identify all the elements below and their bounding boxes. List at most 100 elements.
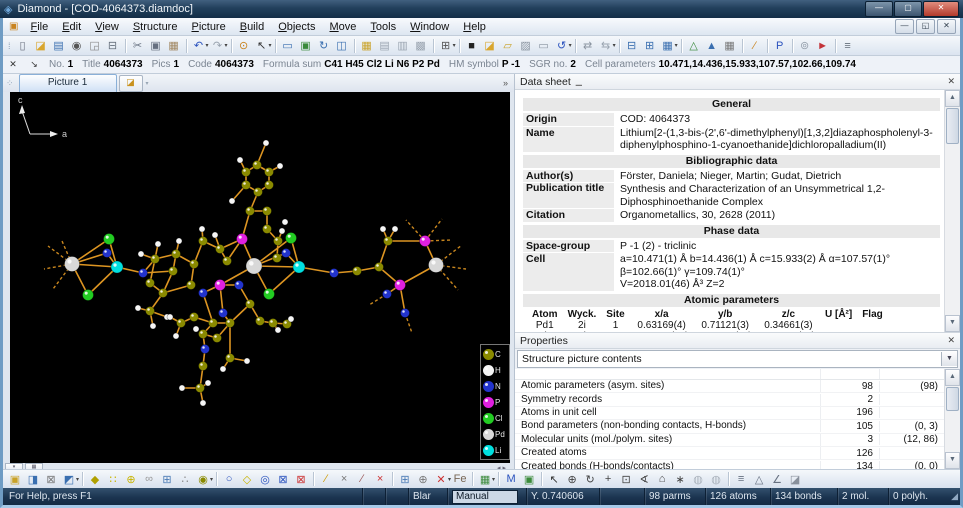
table-gray1-icon[interactable]: ▤ [376, 38, 394, 54]
record-pointer-icon[interactable]: ↘ [28, 59, 40, 70]
menu-move[interactable]: Move [323, 20, 364, 34]
reflex-icon[interactable]: ⊚ [796, 38, 814, 54]
menu-objects[interactable]: Objects [271, 20, 322, 34]
menu-tools[interactable]: Tools [363, 20, 403, 34]
datasheet-scrollbar[interactable]: ▲ ▼ [944, 90, 960, 332]
menu-help[interactable]: Help [456, 20, 493, 34]
molecule-m-icon[interactable]: M [502, 471, 520, 487]
restore-button[interactable]: ▢ [894, 1, 922, 17]
atom-group-icon[interactable]: ∷ [104, 471, 122, 487]
menu-window[interactable]: Window [403, 20, 456, 34]
copy-icon[interactable]: ▣ [147, 38, 165, 54]
menu-picture[interactable]: Picture [184, 20, 232, 34]
new-picture-dropdown-icon[interactable]: ▾ [146, 80, 149, 87]
scroll-thumb[interactable] [946, 387, 959, 411]
dropdown-arrow-icon[interactable]: ▾ [225, 42, 228, 49]
datasheet-close-icon[interactable]: ✕ [947, 76, 955, 87]
diagram-table-icon[interactable]: ▦ [721, 38, 739, 54]
table-gray2-icon[interactable]: ▥ [394, 38, 412, 54]
measure-distance-icon[interactable]: ≡ [732, 471, 750, 487]
build-picture-icon[interactable]: ▣ [6, 471, 24, 487]
fly-disabled-icon[interactable]: ◍ [707, 471, 725, 487]
mdi-minimize-button[interactable]: — [895, 19, 914, 34]
menu-structure[interactable]: Structure [126, 20, 185, 34]
move-mode-icon[interactable]: ⊕ [563, 471, 581, 487]
record-close-icon[interactable]: ✕ [7, 59, 19, 70]
resize-grip[interactable]: ◢ [945, 491, 960, 502]
table-gray3-icon[interactable]: ▩ [412, 38, 430, 54]
insert-picture-icon[interactable]: ◨ [24, 471, 42, 487]
plane-icon[interactable]: ⊕ [414, 471, 432, 487]
wizard-icon[interactable]: ∕ [746, 38, 764, 54]
cell-edges-icon[interactable]: ⊞ [396, 471, 414, 487]
scroll-thumb[interactable] [946, 108, 959, 144]
destroy-bond-icon[interactable]: × [371, 471, 389, 487]
home-view-icon[interactable]: ⌂ [653, 471, 671, 487]
find-icon[interactable]: ◉ [68, 38, 86, 54]
ring-blue-icon[interactable]: ○ [220, 471, 238, 487]
mdi-restore-button[interactable]: ◱ [916, 19, 935, 34]
angle-view-icon[interactable]: ∢ [635, 471, 653, 487]
diagram-powder-icon[interactable]: △ [685, 38, 703, 54]
viewport-picture-icon[interactable]: ▭ [279, 38, 297, 54]
view-picture-icon[interactable]: ▭ [535, 38, 553, 54]
menu-edit[interactable]: Edit [55, 20, 88, 34]
toolbar-grip[interactable]: ⁞ [8, 41, 11, 51]
diagram-chart-icon[interactable]: ▲ [703, 38, 721, 54]
menu-file[interactable]: File [23, 20, 55, 34]
connect-atoms-icon[interactable]: ∞ [140, 471, 158, 487]
tab-handle-icon[interactable]: ⁘ [6, 78, 14, 89]
save-icon[interactable]: ▤ [50, 38, 68, 54]
dropdown-arrow-icon[interactable]: ▼ [941, 352, 957, 366]
tab-overflow-chevrons[interactable]: » [503, 78, 514, 88]
scroll-down-icon[interactable]: ▼ [945, 452, 960, 469]
lattice-icon[interactable]: ⊞ [158, 471, 176, 487]
new-picture-icon[interactable]: ◪ [481, 38, 499, 54]
properties-dropdown[interactable]: Structure picture contents ▼ [517, 350, 958, 368]
viewport-rotate-icon[interactable]: ↻ [315, 38, 333, 54]
open-icon[interactable]: ◪ [32, 38, 50, 54]
scroll-down-icon[interactable]: ▼ [945, 315, 960, 332]
save-picture-icon[interactable]: ▨ [517, 38, 535, 54]
structure-canvas[interactable]: ca CHNPClPdLi [10, 92, 510, 463]
dropdown-arrow-icon[interactable]: ▾ [76, 476, 79, 483]
new-picture-tab-button[interactable]: ◪ [119, 75, 143, 92]
cut-icon[interactable]: ✂ [129, 38, 147, 54]
dropdown-arrow-icon[interactable]: ▾ [613, 42, 616, 49]
picture-tools-icon[interactable]: ⊠ [42, 471, 60, 487]
fe-bond-icon[interactable]: Fe [451, 471, 469, 487]
print-icon[interactable]: ⊟ [104, 38, 122, 54]
menu-view[interactable]: View [88, 20, 126, 34]
measure-angle-icon[interactable]: △ [750, 471, 768, 487]
lattice-x-icon[interactable]: ⊠ [274, 471, 292, 487]
scroll-up-icon[interactable]: ▲ [945, 369, 960, 386]
tab-picture-1[interactable]: Picture 1 [19, 74, 117, 92]
hbond-icon[interactable]: ∕ [353, 471, 371, 487]
measure-torsion-icon[interactable]: ∠ [768, 471, 786, 487]
ring-fill-icon[interactable]: ◎ [256, 471, 274, 487]
picture-black-icon[interactable]: ■ [463, 38, 481, 54]
close-button[interactable]: ✕ [923, 1, 959, 17]
menu-build[interactable]: Build [233, 20, 271, 34]
picture-settings-icon[interactable]: ▣ [520, 471, 538, 487]
ring-yellow-icon[interactable]: ◇ [238, 471, 256, 487]
transfer-icon[interactable]: ⇄ [579, 38, 597, 54]
tracking-flag-icon[interactable]: ► [814, 38, 832, 54]
add-picture-icon[interactable]: ▱ [499, 38, 517, 54]
dropdown-arrow-icon[interactable]: ▾ [569, 42, 572, 49]
table-yellow-icon[interactable]: ▦ [358, 38, 376, 54]
mdi-close-button[interactable]: ✕ [937, 19, 956, 34]
viewport-update-icon[interactable]: ▣ [297, 38, 315, 54]
dropdown-arrow-icon[interactable]: ▾ [453, 42, 456, 49]
select-cursor-icon[interactable]: ↖ [545, 471, 563, 487]
print-preview-icon[interactable]: ◲ [86, 38, 104, 54]
rotate-mode-icon[interactable]: ↻ [581, 471, 599, 487]
walk-disabled-icon[interactable]: ◍ [689, 471, 707, 487]
cluster-icon[interactable]: ∴ [176, 471, 194, 487]
contact-icon[interactable]: × [335, 471, 353, 487]
add-atom-icon[interactable]: ⊕ [122, 471, 140, 487]
dropdown-arrow-icon[interactable]: ▾ [492, 476, 495, 483]
new-document-icon[interactable]: ▯ [14, 38, 32, 54]
toolbar-overflow-icon[interactable]: ≡ [839, 38, 857, 54]
bond-icon[interactable]: ∕ [317, 471, 335, 487]
